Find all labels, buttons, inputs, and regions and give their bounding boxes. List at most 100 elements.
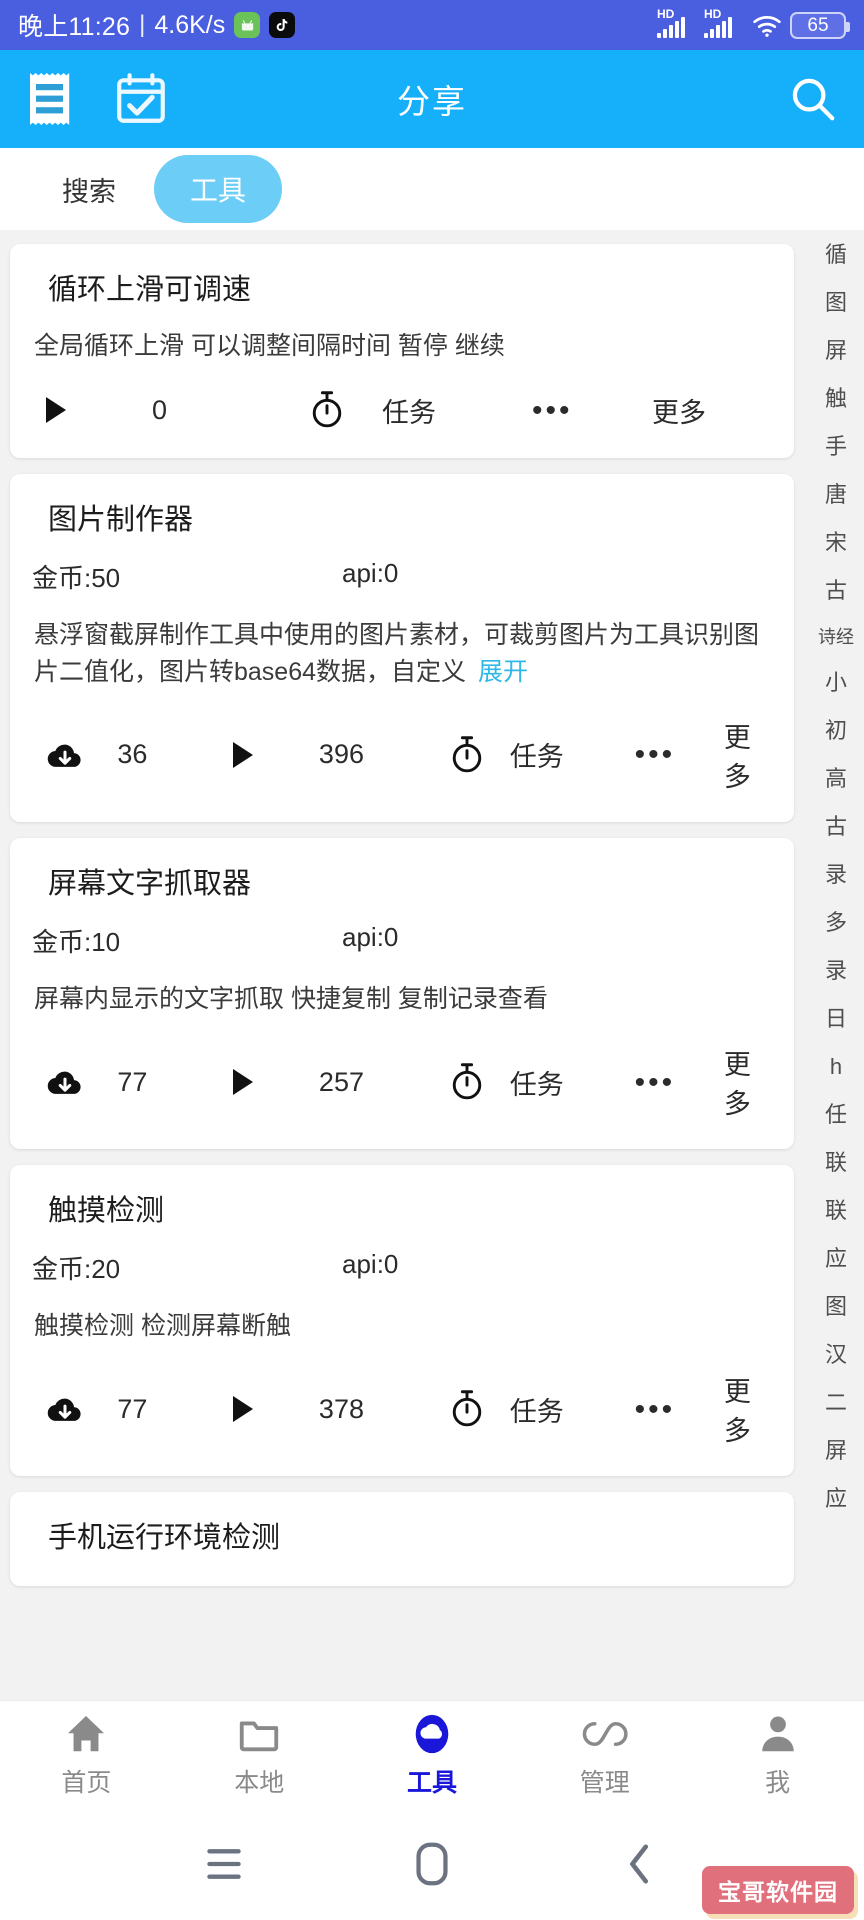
more-button[interactable]: 更多 xyxy=(724,1043,772,1121)
more-options-button[interactable]: ••• xyxy=(634,738,724,772)
download-count: 77 xyxy=(117,1393,148,1424)
more-options-button[interactable]: ••• xyxy=(634,1392,724,1426)
run-button[interactable] xyxy=(233,1069,319,1095)
side-index-item[interactable]: 图 xyxy=(825,1296,847,1318)
timer-button[interactable] xyxy=(424,1062,510,1102)
play-icon xyxy=(233,1069,254,1095)
task-button[interactable]: 任务 xyxy=(510,1063,635,1102)
run-button[interactable] xyxy=(32,397,152,424)
nav-label: 本地 xyxy=(234,1768,285,1797)
tool-card[interactable]: 图片制作器 金币:50 api:0 悬浮窗截屏制作工具中使用的图片素材，可裁剪图… xyxy=(10,474,794,822)
side-index-item[interactable]: 录 xyxy=(825,864,847,886)
side-index-item[interactable]: 二 xyxy=(825,1392,847,1414)
calendar-check-icon[interactable] xyxy=(112,70,170,128)
api-count: api:0 xyxy=(342,558,399,589)
side-index-item[interactable]: 古 xyxy=(825,816,847,838)
side-index-item[interactable]: 联 xyxy=(825,1200,847,1222)
tool-description: 触摸检测 检测屏幕断触 xyxy=(34,1312,291,1340)
more-button[interactable]: 更多 xyxy=(652,391,706,430)
more-options-button[interactable]: ••• xyxy=(532,393,652,427)
side-index-item[interactable]: 应 xyxy=(825,1488,847,1510)
side-index-item[interactable]: 任 xyxy=(825,1104,847,1126)
nav-item-local[interactable]: 本地 xyxy=(173,1711,346,1799)
expand-link[interactable]: 展开 xyxy=(478,658,528,686)
tab-search[interactable]: 搜索 xyxy=(44,158,134,221)
home-square-icon[interactable] xyxy=(402,1834,462,1894)
status-bar: 晚上11:26 | 4.6K/s HD HD 65 xyxy=(0,0,864,50)
tab-bar: 搜索 工具 xyxy=(0,148,864,230)
back-chevron-icon[interactable] xyxy=(610,1834,670,1894)
tool-actions: 77 378 任务 ••• 更多 xyxy=(32,1362,772,1466)
tab-tools[interactable]: 工具 xyxy=(154,155,283,223)
side-index-item[interactable]: 古 xyxy=(825,580,847,602)
ellipsis-icon: ••• xyxy=(634,1392,676,1426)
run-button[interactable] xyxy=(233,741,319,768)
signal-1-icon: HD xyxy=(657,8,697,40)
more-button[interactable]: 更多 xyxy=(724,716,772,794)
side-index-item[interactable]: 屏 xyxy=(825,340,847,362)
side-index-item[interactable]: 录 xyxy=(825,960,847,982)
side-index-item[interactable]: 唐 xyxy=(825,484,847,506)
timer-button[interactable] xyxy=(424,1389,510,1429)
side-index-item[interactable]: 宋 xyxy=(825,532,847,554)
side-index-item[interactable]: 多 xyxy=(825,912,847,934)
api-count: api:0 xyxy=(342,921,399,952)
timer-button[interactable] xyxy=(272,390,382,430)
side-index-item[interactable]: 高 xyxy=(825,768,847,790)
tool-meta: 金币:20 api:0 xyxy=(32,1249,772,1286)
task-button[interactable]: 任务 xyxy=(510,735,635,774)
ellipsis-icon: ••• xyxy=(634,1065,676,1099)
tiktok-icon xyxy=(269,12,296,38)
download-button[interactable] xyxy=(32,739,117,771)
menu-icon[interactable] xyxy=(194,1834,254,1894)
receipt-icon[interactable] xyxy=(26,68,74,130)
tool-card[interactable]: 触摸检测 金币:20 api:0 触摸检测 检测屏幕断触 77 378 任务 •… xyxy=(10,1165,794,1477)
side-index-item[interactable]: h xyxy=(830,1056,842,1078)
nav-label: 管理 xyxy=(579,1768,630,1797)
side-index-item[interactable]: 初 xyxy=(825,720,847,742)
bottom-navigation: 首页 本地 工具 管理 我 xyxy=(0,1700,864,1808)
network-speed: 4.6K/s xyxy=(154,10,226,39)
tool-card[interactable]: 手机运行环境检测 xyxy=(10,1492,794,1587)
tool-actions: 77 257 任务 ••• 更多 xyxy=(32,1035,772,1139)
side-index-item[interactable]: 屏 xyxy=(825,1440,847,1462)
download-button[interactable] xyxy=(32,1393,117,1425)
ellipsis-icon: ••• xyxy=(634,738,676,772)
side-index-item[interactable]: 联 xyxy=(825,1152,847,1174)
tool-card[interactable]: 循环上滑可调速 全局循环上滑 可以调整间隔时间 暂停 继续 0 任务 ••• 更… xyxy=(10,244,794,459)
side-index-item[interactable]: 应 xyxy=(825,1248,847,1270)
nav-item-manage[interactable]: 管理 xyxy=(518,1711,691,1799)
side-index-item[interactable]: 日 xyxy=(825,1008,847,1030)
task-button[interactable]: 任务 xyxy=(510,1390,635,1429)
play-icon xyxy=(233,1396,254,1423)
side-index-item[interactable]: 循 xyxy=(825,244,847,266)
search-icon[interactable] xyxy=(788,74,838,124)
task-button[interactable]: 任务 xyxy=(382,391,532,430)
side-index-item[interactable]: 小 xyxy=(825,672,847,694)
tool-title: 触摸检测 xyxy=(48,1195,165,1227)
side-index-item[interactable]: 诗经 xyxy=(818,628,854,646)
nav-item-tools[interactable]: 工具 xyxy=(346,1711,519,1799)
side-index-item[interactable]: 触 xyxy=(825,388,847,410)
timer-button[interactable] xyxy=(424,735,510,775)
coin-cost: 金币:10 xyxy=(32,926,121,957)
tool-card[interactable]: 屏幕文字抓取器 金币:10 api:0 屏幕内显示的文字抓取 快捷复制 复制记录… xyxy=(10,837,794,1149)
status-bar-right: HD HD 65 xyxy=(657,8,850,40)
system-navigation-bar: 宝哥软件园 xyxy=(0,1808,864,1920)
side-index-item[interactable]: 汉 xyxy=(825,1344,847,1366)
nav-item-home[interactable]: 首页 xyxy=(0,1711,173,1799)
run-button[interactable] xyxy=(233,1396,319,1423)
cloud-download-icon xyxy=(46,739,84,771)
tool-card-list[interactable]: 循环上滑可调速 全局循环上滑 可以调整间隔时间 暂停 继续 0 任务 ••• 更… xyxy=(0,230,808,1700)
more-options-button[interactable]: ••• xyxy=(634,1065,724,1099)
nav-item-me[interactable]: 我 xyxy=(691,1711,864,1799)
stopwatch-icon xyxy=(310,390,344,430)
side-index-item[interactable]: 手 xyxy=(825,436,847,458)
side-index-bar[interactable]: 循 图 屏 触 手 唐 宋 古 诗经 小 初 高 古 录 多 录 日 h 任 联… xyxy=(808,230,864,1700)
download-button[interactable] xyxy=(32,1066,117,1098)
ellipsis-icon: ••• xyxy=(532,393,573,427)
play-icon xyxy=(46,397,66,424)
more-button[interactable]: 更多 xyxy=(724,1370,772,1448)
side-index-item[interactable]: 图 xyxy=(825,292,847,314)
battery-level: 65 xyxy=(807,14,829,36)
